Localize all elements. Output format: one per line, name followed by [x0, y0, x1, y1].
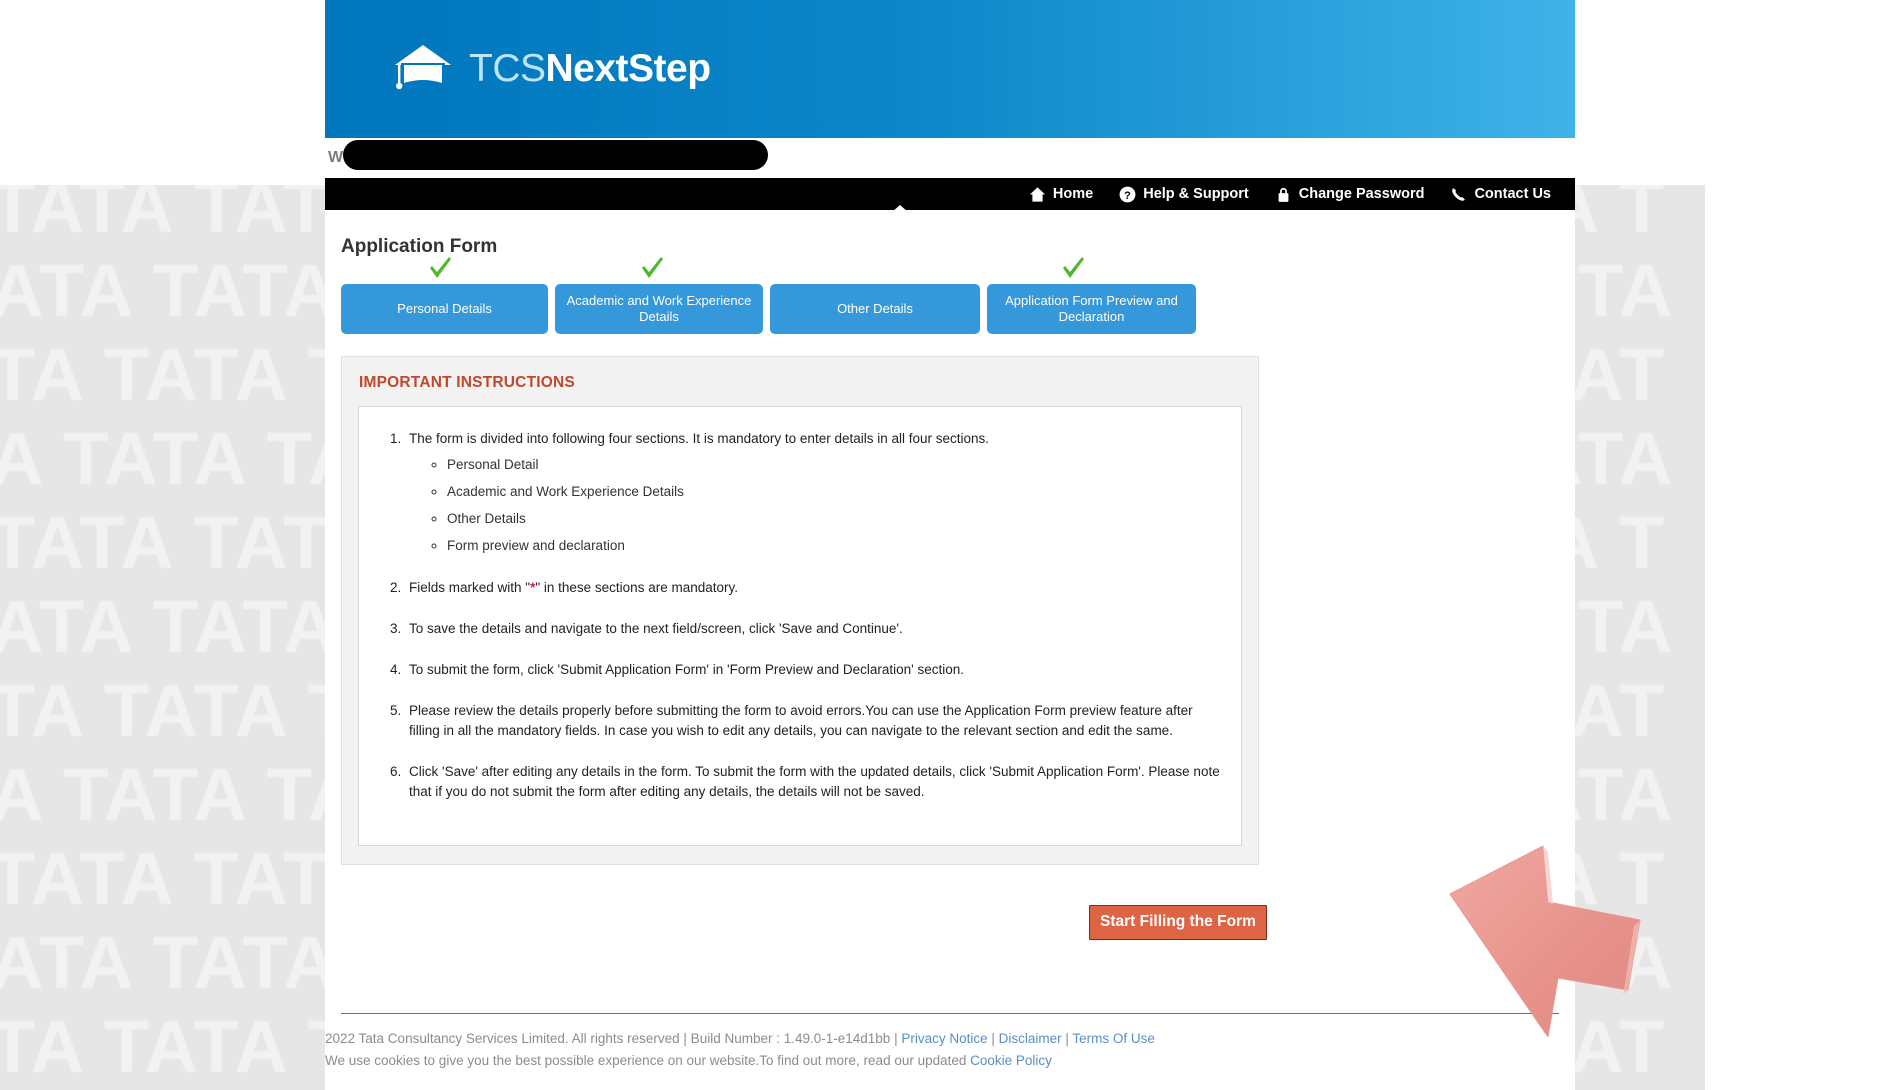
instruction-text: The form is divided into following four …: [409, 431, 990, 446]
step-tab-other-details[interactable]: Other Details: [770, 284, 980, 334]
step-complete-check-icon-2: [642, 257, 663, 278]
instruction-sub-list: Personal Detail Academic and Work Experi…: [409, 455, 1221, 556]
welcome-strip: WELCOME S: [325, 138, 1575, 178]
brand-name-bold: NextStep: [545, 47, 712, 90]
phone-icon: [1452, 187, 1466, 201]
footer-sep-3: |: [1061, 1031, 1073, 1046]
footer: 2022 Tata Consultancy Services Limited. …: [325, 1014, 1575, 1072]
instructions-box: The form is divided into following four …: [358, 406, 1242, 846]
step-tab-label: Application Form Preview and Declaration: [1005, 293, 1178, 324]
footer-cookie-text: We use cookies to give you the best poss…: [325, 1053, 971, 1068]
footer-copyright: 2022 Tata Consultancy Services Limited. …: [325, 1031, 891, 1046]
step-tab-academic-work[interactable]: Academic and Work Experience Details: [555, 284, 763, 334]
important-instructions-panel: IMPORTANT INSTRUCTIONS The form is divid…: [341, 356, 1259, 865]
instruction-text-before-star: Fields marked with ": [409, 580, 531, 595]
instruction-sub-item: Form preview and declaration: [447, 536, 1221, 556]
nav-item-contact-us[interactable]: Contact Us: [1450, 186, 1551, 203]
brand-header: TCSNextStep: [325, 0, 1575, 138]
start-filling-the-form-button[interactable]: Start Filling the Form: [1089, 905, 1267, 940]
nav-item-help-support[interactable]: ? Help & Support: [1119, 186, 1249, 203]
footer-sep-2: |: [987, 1031, 999, 1046]
brand-name: TCSNextStep: [469, 47, 711, 91]
page-container: TCSNextStep WELCOME S Home ? Help & Supp…: [325, 0, 1575, 1090]
nav-overflow-artifact: [891, 204, 909, 220]
nav-item-change-password[interactable]: Change Password: [1275, 186, 1425, 203]
step-tab-label: Other Details: [837, 301, 913, 316]
instructions-list: The form is divided into following four …: [379, 429, 1221, 802]
graduation-cap-icon: [395, 45, 451, 90]
instruction-sub-item: Academic and Work Experience Details: [447, 482, 1221, 502]
footer-sep-1: |: [890, 1031, 902, 1046]
page-title: Application Form: [341, 236, 498, 257]
instruction-text: Please review the details properly befor…: [409, 703, 1193, 738]
instruction-item-5: Please review the details properly befor…: [405, 701, 1221, 741]
footer-copyright-line: 2022 Tata Consultancy Services Limited. …: [325, 1028, 1575, 1050]
footer-cookie-line: We use cookies to give you the best poss…: [325, 1050, 1575, 1072]
step-complete-check-icon-4: [1063, 257, 1084, 278]
nav-item-home[interactable]: Home: [1029, 186, 1093, 203]
svg-text:?: ?: [1124, 189, 1131, 201]
top-nav-bar: Home ? Help & Support Change Password Co…: [325, 178, 1575, 219]
instruction-text: To submit the form, click 'Submit Applic…: [409, 662, 965, 677]
instruction-item-1: The form is divided into following four …: [405, 429, 1221, 556]
lock-icon: [1278, 187, 1289, 202]
form-step-tabs: Personal Details Academic and Work Exper…: [341, 257, 1559, 334]
instruction-text-after-star: " in these sections are mandatory.: [535, 580, 738, 595]
footer-link-terms-of-use[interactable]: Terms Of Use: [1072, 1031, 1155, 1046]
instruction-sub-item: Personal Detail: [447, 455, 1221, 475]
main-content: Application Form Personal Details Academ…: [325, 210, 1575, 1013]
question-circle-icon: ?: [1119, 186, 1136, 202]
step-tab-label: Academic and Work Experience Details: [566, 293, 752, 324]
instruction-text: To save the details and navigate to the …: [409, 621, 903, 636]
footer-link-cookie-policy[interactable]: Cookie Policy: [970, 1053, 1052, 1068]
step-tab-preview-declaration[interactable]: Application Form Preview and Declaration: [987, 284, 1196, 334]
brand-logo[interactable]: TCSNextStep: [391, 43, 711, 95]
nav-label-help-support: Help & Support: [1143, 186, 1249, 202]
step-tab-personal-details[interactable]: Personal Details: [341, 284, 548, 334]
instruction-sub-item: Other Details: [447, 509, 1221, 529]
instruction-item-6: Click 'Save' after editing any details i…: [405, 762, 1221, 802]
footer-link-disclaimer[interactable]: Disclaimer: [999, 1031, 1062, 1046]
right-white-margin: [1705, 0, 1892, 1090]
home-icon: [1029, 186, 1045, 202]
step-tab-label: Personal Details: [397, 301, 492, 316]
nav-label-change-password: Change Password: [1298, 186, 1425, 202]
nav-label-home: Home: [1052, 186, 1094, 202]
brand-name-light: TCS: [469, 47, 546, 90]
redacted-username: [343, 140, 768, 170]
instruction-item-3: To save the details and navigate to the …: [405, 619, 1221, 639]
step-complete-check-icon-1: [430, 257, 451, 278]
instruction-text: Click 'Save' after editing any details i…: [409, 764, 1220, 799]
nav-label-contact-us: Contact Us: [1474, 186, 1551, 202]
instruction-item-4: To submit the form, click 'Submit Applic…: [405, 660, 1221, 680]
instruction-item-2: Fields marked with "*" in these sections…: [405, 578, 1221, 598]
footer-link-privacy-notice[interactable]: Privacy Notice: [901, 1031, 987, 1046]
instructions-heading: IMPORTANT INSTRUCTIONS: [359, 374, 575, 391]
